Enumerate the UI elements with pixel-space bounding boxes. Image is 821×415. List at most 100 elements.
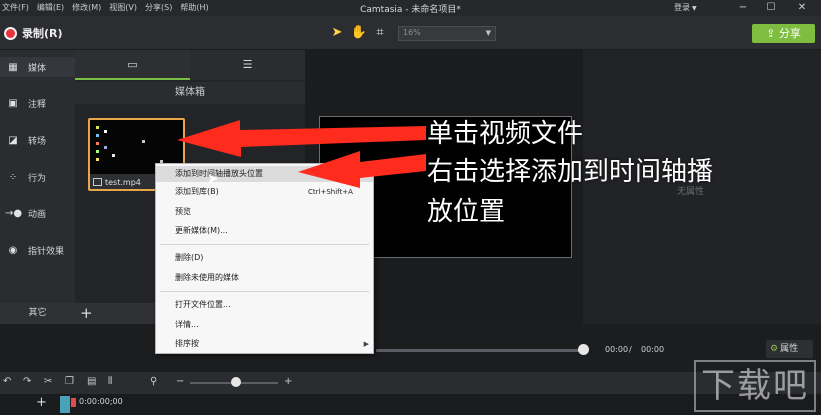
context-menu: 添加到时间轴播放头位置 添加到库(B) Ctrl+Shift+A 预览 更新媒体… — [155, 163, 374, 354]
rail-item-annotations[interactable]: ▣ 注释 — [0, 93, 75, 113]
annotation-line-3: 放位置 — [427, 197, 506, 227]
paste-icon[interactable]: ▤ — [87, 376, 96, 387]
rail-item-label: 转场 — [28, 136, 47, 147]
thumb-pixel — [96, 134, 99, 137]
rail-item-media[interactable]: ▦ 媒体 — [0, 57, 75, 77]
chevron-down-icon: ▼ — [485, 29, 491, 37]
menu-item-label: 添加到库(B) — [175, 187, 219, 196]
redo-icon[interactable]: ↷ — [23, 376, 31, 387]
annotation-line-1: 单击视频文件 — [427, 119, 584, 149]
login-label: 登录 — [674, 3, 690, 12]
copy-icon[interactable]: ❐ — [65, 376, 74, 387]
share-button[interactable]: ⇪ 分享 — [752, 24, 815, 43]
menu-share[interactable]: 分享(S) — [145, 2, 172, 13]
share-label: 分享 — [778, 27, 801, 40]
thumb-pixel — [104, 146, 107, 149]
annotation-line-2: 右击选择添加到时间轴播 — [427, 157, 714, 187]
menu-item-delete-unused[interactable]: 删除未使用的媒体 — [156, 270, 373, 286]
main-toolbar: 录制(R) ➤ ✋ ⌗ 16% ▼ ⇪ 分享 — [0, 16, 821, 50]
menu-item-sort-by[interactable]: 排序按 ▶ — [156, 336, 373, 352]
rail-item-label: 动画 — [28, 209, 47, 220]
minimize-icon[interactable]: − — [736, 1, 750, 14]
rail-item-animations[interactable]: →● 动画 — [0, 203, 75, 223]
media-file-name: test.mp4 — [105, 178, 141, 187]
close-icon[interactable]: ✕ — [795, 1, 809, 14]
menu-file[interactable]: 文件(F) — [2, 2, 29, 13]
add-track-button[interactable]: + — [36, 395, 47, 410]
scrub-handle[interactable] — [578, 344, 589, 355]
menu-view[interactable]: 视图(V) — [109, 2, 137, 13]
rail-item-label: 媒体 — [28, 63, 47, 74]
menu-edit[interactable]: 编辑(E) — [37, 2, 64, 13]
tab-thumbnail-view[interactable]: ▭ — [75, 50, 190, 80]
menu-item-open-file-location[interactable]: 打开文件位置... — [156, 297, 373, 313]
playhead[interactable] — [60, 396, 70, 413]
menu-item-label: 删除未使用的媒体 — [175, 273, 239, 282]
menu-separator — [160, 291, 369, 292]
menu-modify[interactable]: 修改(M) — [72, 2, 101, 13]
transition-icon: ◪ — [8, 134, 18, 146]
zoom-in-icon[interactable]: + — [284, 376, 292, 387]
playhead-marker — [71, 398, 76, 407]
thumb-pixel — [96, 126, 99, 129]
undo-icon[interactable]: ↶ — [3, 376, 11, 387]
menu-item-preview[interactable]: 预览 — [156, 204, 373, 220]
menu-item-label: 详情... — [175, 320, 199, 329]
zoom-out-icon[interactable]: − — [176, 376, 184, 387]
cursor-effect-icon: ◉ — [8, 244, 18, 256]
pan-tool-icon[interactable]: ✋ — [350, 24, 368, 42]
thumb-pixel — [104, 130, 107, 133]
login-button[interactable]: 登录 ▼ — [674, 2, 697, 13]
rail-item-cursor-effects[interactable]: ◉ 指针效果 — [0, 240, 75, 260]
mouse-cursor-icon: ➤ — [207, 171, 219, 187]
record-button[interactable]: 录制(R) — [4, 25, 63, 41]
rail-item-behaviors[interactable]: ⁘ 行为 — [0, 167, 75, 187]
current-time: 00:00 — [605, 345, 629, 354]
zoom-select[interactable]: 16% ▼ — [398, 26, 496, 41]
thumb-pixel — [96, 150, 99, 153]
menu-help[interactable]: 帮助(H) — [180, 2, 208, 13]
behavior-icon: ⁘ — [8, 171, 18, 183]
annotation-icon: ▣ — [8, 97, 18, 109]
total-time: 00:00 — [641, 345, 665, 354]
menu-separator — [160, 244, 369, 245]
thumb-pixel — [96, 142, 99, 145]
menu-item-details[interactable]: 详情... — [156, 317, 373, 333]
animation-icon: →● — [5, 207, 23, 219]
zoom-value: 16% — [403, 28, 421, 37]
tab-list-view[interactable]: ☰ — [190, 50, 305, 80]
time-separator: / — [629, 345, 632, 354]
scrub-track[interactable] — [376, 349, 583, 352]
share-icon: ⇪ — [766, 27, 779, 40]
thumbnail-view-icon: ▭ — [127, 58, 138, 71]
menu-item-update-media[interactable]: 更新媒体(M)... — [156, 223, 373, 239]
rail-item-label: 注释 — [28, 99, 47, 110]
watermark-logo: 下载吧 — [694, 360, 816, 412]
playhead-time: 0:00:00;00 — [79, 397, 123, 406]
timeline-zoom-handle[interactable] — [231, 377, 241, 387]
rail-other-button[interactable]: 其它 — [0, 303, 75, 324]
menu-item-delete[interactable]: 删除(D) — [156, 250, 373, 266]
record-icon — [4, 26, 17, 40]
menu-item-shortcut: Ctrl+Shift+A — [308, 188, 353, 196]
video-file-icon — [93, 178, 102, 186]
media-bin-title: 媒体箱 — [75, 82, 305, 104]
menu-item-label: 删除(D) — [175, 253, 204, 262]
menu-item-add-to-timeline[interactable]: 添加到时间轴播放头位置 — [156, 166, 373, 182]
properties-button-label: 属性 — [780, 344, 799, 354]
add-media-button[interactable]: + — [80, 305, 93, 322]
select-tool-icon[interactable]: ➤ — [328, 24, 346, 42]
rail-item-transitions[interactable]: ◪ 转场 — [0, 130, 75, 150]
zoom-icon[interactable]: ⚲ — [150, 376, 157, 387]
menu-item-label: 打开文件位置... — [175, 300, 231, 309]
crop-tool-icon[interactable]: ⌗ — [371, 24, 389, 42]
menu-item-add-to-library[interactable]: 添加到库(B) Ctrl+Shift+A — [156, 184, 373, 200]
properties-button[interactable]: ⚙ 属性 — [766, 340, 813, 358]
submenu-arrow-icon: ▶ — [363, 340, 369, 348]
tool-rail: ▦ 媒体 ▣ 注释 ◪ 转场 ⁘ 行为 →● 动画 ◉ 指针效果 — [0, 50, 75, 324]
cut-icon[interactable]: ✂ — [44, 376, 52, 387]
menu-item-label: 添加到时间轴播放头位置 — [175, 169, 263, 178]
thumb-pixel — [96, 158, 99, 161]
split-icon[interactable]: ⫴ — [108, 376, 112, 387]
maximize-icon[interactable]: ☐ — [764, 1, 778, 14]
